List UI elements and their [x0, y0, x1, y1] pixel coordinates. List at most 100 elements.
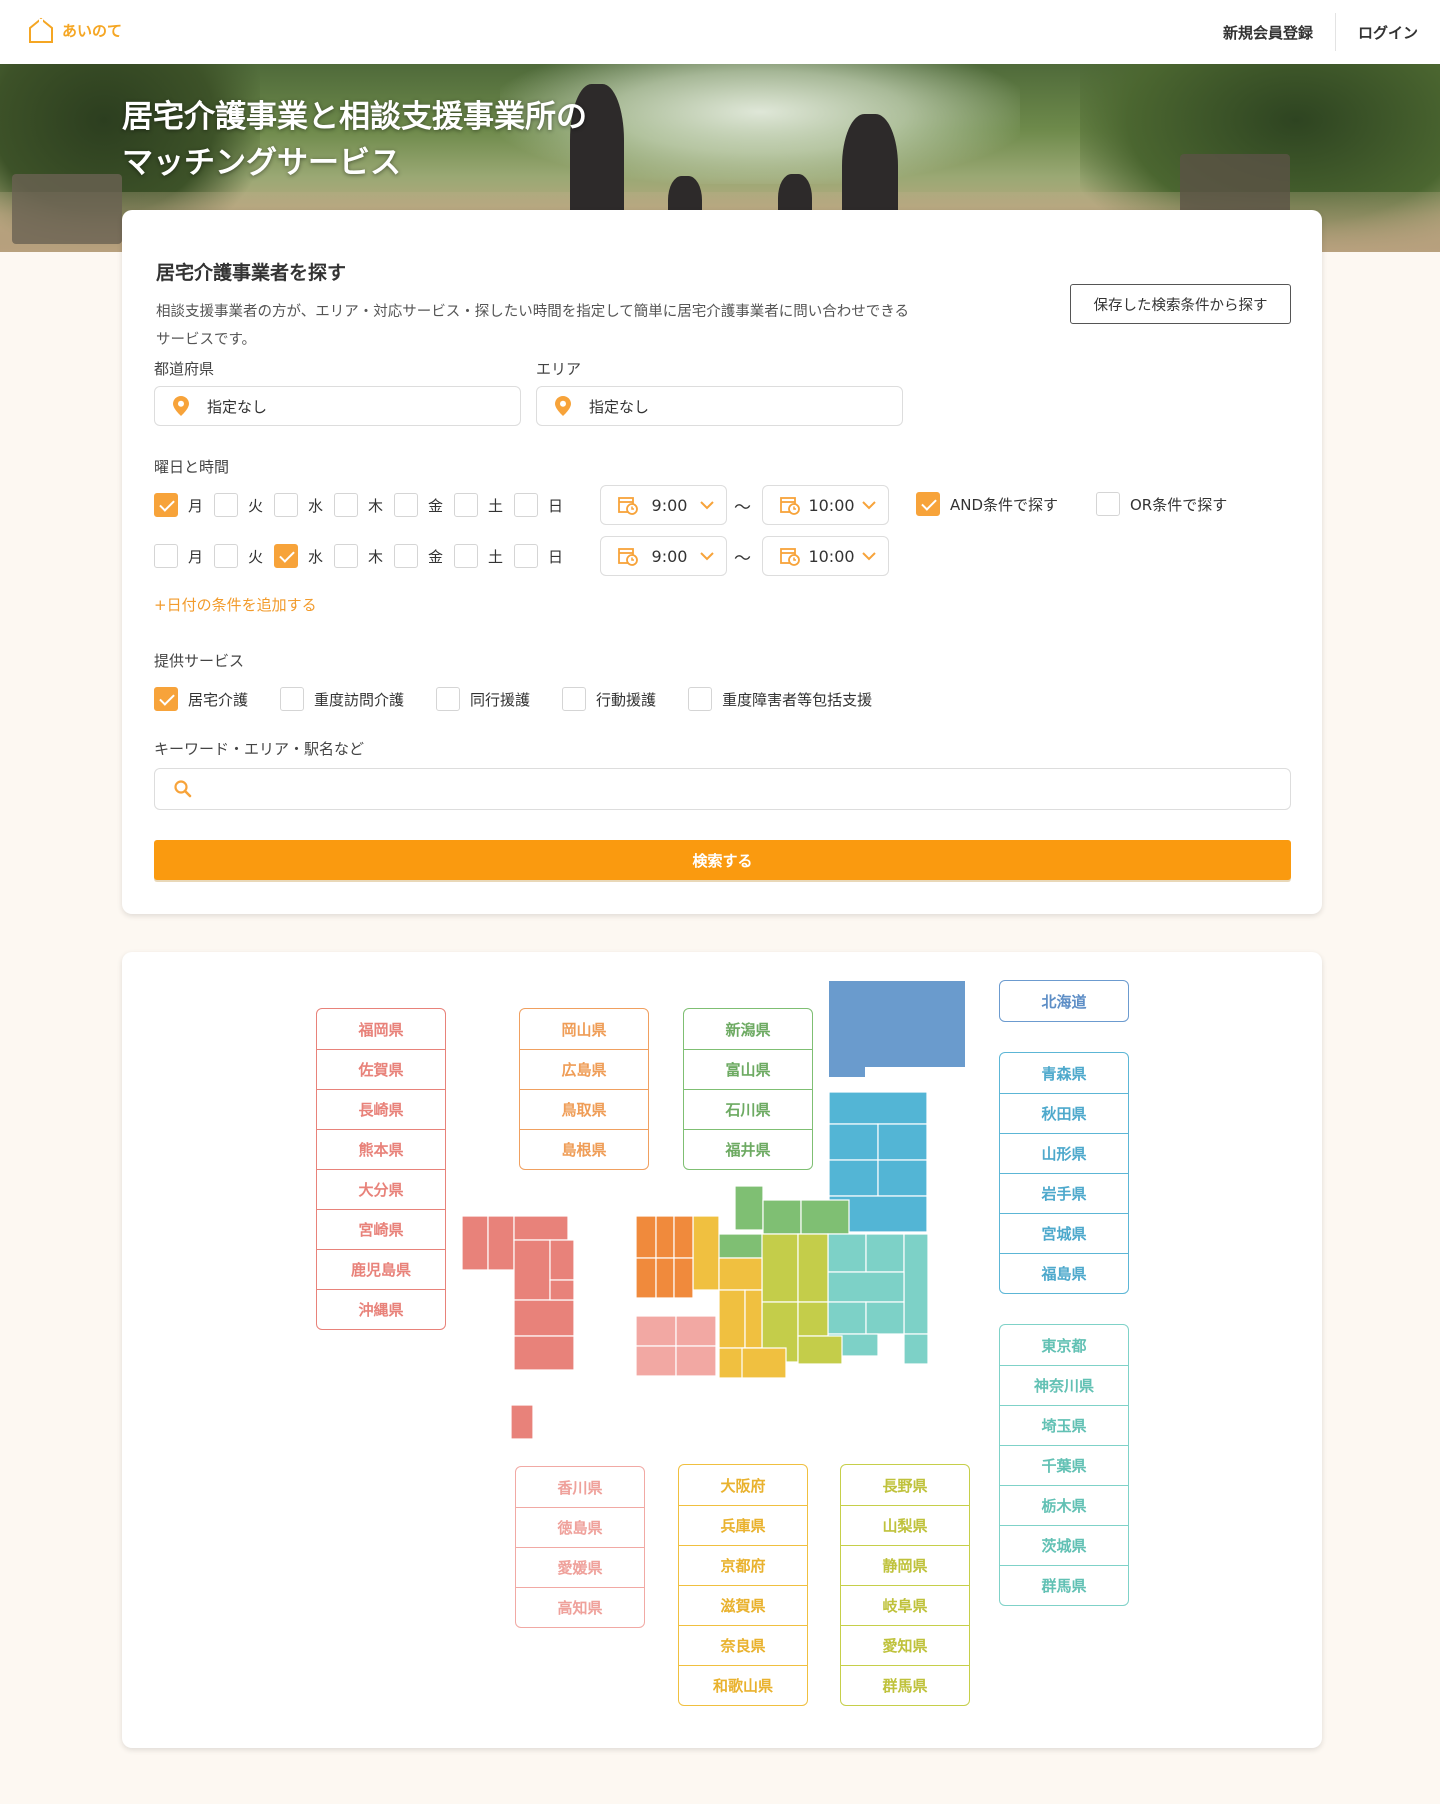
day-checkbox[interactable]	[334, 544, 358, 568]
prefecture-button[interactable]: 岩手県	[1000, 1173, 1128, 1213]
day-option[interactable]: 日	[514, 544, 574, 568]
prefecture-button[interactable]: 山梨県	[841, 1505, 969, 1545]
and-condition-option[interactable]: AND条件で探す	[916, 492, 1058, 516]
day-option[interactable]: 金	[394, 544, 454, 568]
prefecture-button[interactable]: 福島県	[1000, 1253, 1128, 1293]
day-checkbox[interactable]	[454, 544, 478, 568]
start-time-select-1[interactable]: 9:00	[600, 485, 727, 525]
service-checkbox[interactable]	[562, 687, 587, 711]
day-option[interactable]: 木	[334, 493, 394, 517]
day-option[interactable]: 火	[214, 544, 274, 568]
service-option[interactable]: 同行援護	[436, 687, 530, 711]
day-checkbox[interactable]	[394, 544, 418, 568]
prefecture-button[interactable]: 沖縄県	[317, 1289, 445, 1329]
register-link[interactable]: 新規会員登録	[1201, 22, 1335, 43]
prefecture-button[interactable]: 北海道	[1000, 981, 1128, 1021]
prefecture-button[interactable]: 長崎県	[317, 1089, 445, 1129]
day-option[interactable]: 月	[154, 544, 214, 568]
day-checkbox[interactable]	[274, 544, 298, 568]
prefecture-button[interactable]: 岐阜県	[841, 1585, 969, 1625]
prefecture-button[interactable]: 大分県	[317, 1169, 445, 1209]
prefecture-button[interactable]: 香川県	[516, 1467, 644, 1507]
or-checkbox[interactable]	[1096, 492, 1120, 516]
prefecture-button[interactable]: 大阪府	[679, 1465, 807, 1505]
service-checkbox[interactable]	[436, 687, 461, 711]
day-checkbox[interactable]	[154, 493, 178, 517]
logo[interactable]: あいのて	[28, 16, 122, 44]
day-checkbox[interactable]	[514, 493, 538, 517]
prefecture-button[interactable]: 愛媛県	[516, 1547, 644, 1587]
day-option[interactable]: 月	[154, 493, 214, 517]
prefecture-button[interactable]: 群馬県	[1000, 1565, 1128, 1605]
prefecture-button[interactable]: 群馬県	[841, 1665, 969, 1705]
day-option[interactable]: 木	[334, 544, 394, 568]
end-time-select-1[interactable]: 10:00	[762, 485, 889, 525]
day-checkbox[interactable]	[394, 493, 418, 517]
prefecture-button[interactable]: 栃木県	[1000, 1485, 1128, 1525]
service-option[interactable]: 重度障害者等包括支援	[688, 687, 872, 711]
prefecture-button[interactable]: 宮城県	[1000, 1213, 1128, 1253]
add-date-condition-link[interactable]: +日付の条件を追加する	[154, 594, 317, 615]
prefecture-button[interactable]: 茨城県	[1000, 1525, 1128, 1565]
prefecture-button[interactable]: 佐賀県	[317, 1049, 445, 1089]
prefecture-button[interactable]: 愛知県	[841, 1625, 969, 1665]
prefecture-button[interactable]: 熊本県	[317, 1129, 445, 1169]
keyword-search-field[interactable]	[154, 768, 1291, 810]
keyword-input[interactable]	[203, 780, 1290, 798]
day-option[interactable]: 土	[454, 544, 514, 568]
prefecture-button[interactable]: 富山県	[684, 1049, 812, 1089]
prefecture-button[interactable]: 東京都	[1000, 1325, 1128, 1365]
prefecture-button[interactable]: 福岡県	[317, 1009, 445, 1049]
prefecture-button[interactable]: 秋田県	[1000, 1093, 1128, 1133]
day-checkbox[interactable]	[514, 544, 538, 568]
prefecture-button[interactable]: 長野県	[841, 1465, 969, 1505]
prefecture-button[interactable]: 埼玉県	[1000, 1405, 1128, 1445]
prefecture-button[interactable]: 岡山県	[520, 1009, 648, 1049]
service-option[interactable]: 居宅介護	[154, 687, 248, 711]
start-time-select-2[interactable]: 9:00	[600, 536, 727, 576]
day-checkbox[interactable]	[154, 544, 178, 568]
service-checkbox[interactable]	[280, 687, 305, 711]
prefecture-button[interactable]: 神奈川県	[1000, 1365, 1128, 1405]
day-option[interactable]: 日	[514, 493, 574, 517]
day-checkbox[interactable]	[334, 493, 358, 517]
search-button[interactable]: 検索する	[154, 840, 1291, 880]
prefecture-button[interactable]: 滋賀県	[679, 1585, 807, 1625]
day-checkbox[interactable]	[214, 544, 238, 568]
prefecture-button[interactable]: 鹿児島県	[317, 1249, 445, 1289]
day-option[interactable]: 水	[274, 493, 334, 517]
prefecture-button[interactable]: 和歌山県	[679, 1665, 807, 1705]
prefecture-button[interactable]: 新潟県	[684, 1009, 812, 1049]
prefecture-button[interactable]: 千葉県	[1000, 1445, 1128, 1485]
prefecture-button[interactable]: 奈良県	[679, 1625, 807, 1665]
day-checkbox[interactable]	[454, 493, 478, 517]
prefecture-button[interactable]: 徳島県	[516, 1507, 644, 1547]
service-option[interactable]: 重度訪問介護	[280, 687, 404, 711]
day-option[interactable]: 水	[274, 544, 334, 568]
prefecture-button[interactable]: 兵庫県	[679, 1505, 807, 1545]
day-checkbox[interactable]	[274, 493, 298, 517]
login-link[interactable]: ログイン	[1336, 22, 1440, 43]
prefecture-button[interactable]: 高知県	[516, 1587, 644, 1627]
saved-search-button[interactable]: 保存した検索条件から探す	[1070, 284, 1291, 324]
prefecture-button[interactable]: 福井県	[684, 1129, 812, 1169]
area-select[interactable]: 指定なし	[536, 386, 903, 426]
prefecture-button[interactable]: 石川県	[684, 1089, 812, 1129]
and-checkbox[interactable]	[916, 492, 940, 516]
day-option[interactable]: 火	[214, 493, 274, 517]
prefecture-button[interactable]: 宮崎県	[317, 1209, 445, 1249]
service-option[interactable]: 行動援護	[562, 687, 656, 711]
prefecture-button[interactable]: 山形県	[1000, 1133, 1128, 1173]
end-time-select-2[interactable]: 10:00	[762, 536, 889, 576]
or-condition-option[interactable]: OR条件で探す	[1096, 492, 1227, 516]
prefecture-select[interactable]: 指定なし	[154, 386, 521, 426]
prefecture-button[interactable]: 京都府	[679, 1545, 807, 1585]
day-option[interactable]: 土	[454, 493, 514, 517]
prefecture-button[interactable]: 静岡県	[841, 1545, 969, 1585]
prefecture-button[interactable]: 広島県	[520, 1049, 648, 1089]
service-checkbox[interactable]	[154, 687, 178, 711]
prefecture-button[interactable]: 鳥取県	[520, 1089, 648, 1129]
day-option[interactable]: 金	[394, 493, 454, 517]
prefecture-button[interactable]: 島根県	[520, 1129, 648, 1169]
day-checkbox[interactable]	[214, 493, 238, 517]
